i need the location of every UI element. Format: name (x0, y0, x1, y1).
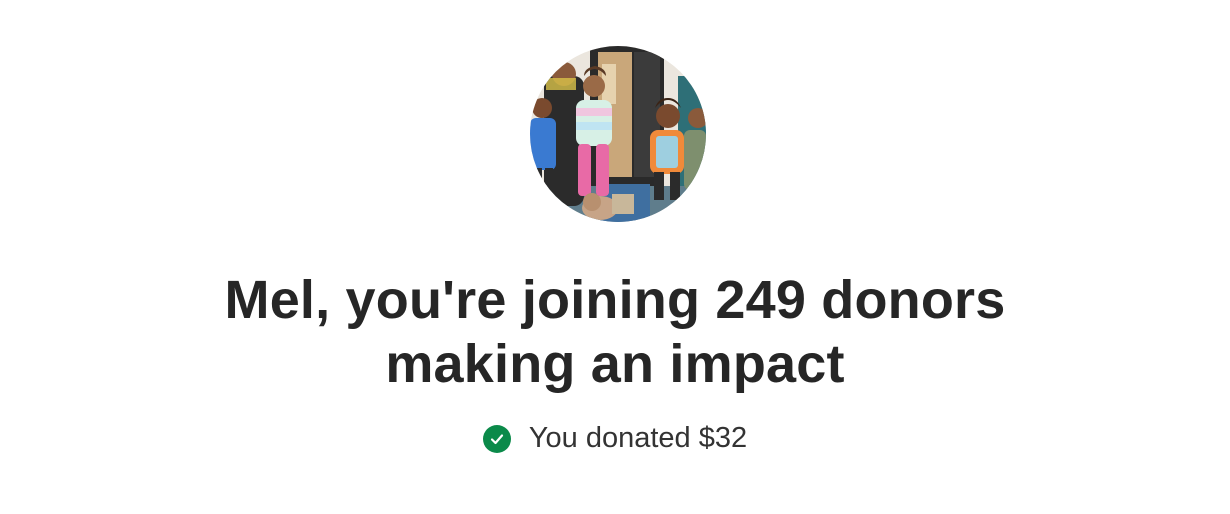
fundraiser-avatar (530, 46, 706, 222)
fundraiser-photo (530, 46, 706, 222)
donation-confirmation: Mel, you're joining 249 donors making an… (0, 0, 1230, 514)
headline-line-2: making an impact (385, 334, 845, 394)
headline-line-1: Mel, you're joining 249 donors (224, 270, 1006, 330)
check-circle-icon (482, 425, 511, 453)
confirmation-headline: Mel, you're joining 249 donors making an… (0, 268, 1230, 396)
donated-amount-text: You donated $32 (528, 422, 748, 454)
donation-status: You donated $32 (0, 418, 1230, 458)
